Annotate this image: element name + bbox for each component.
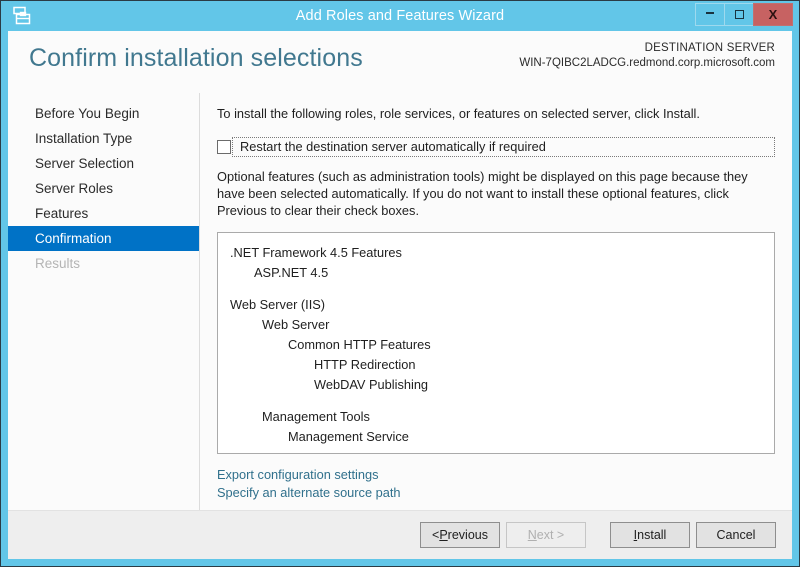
intro-text: To install the following roles, role ser… <box>217 106 700 121</box>
title-bar[interactable]: Add Roles and Features Wizard X <box>1 1 799 31</box>
feature-item: Management Tools <box>262 409 370 424</box>
sidebar-item-server-roles[interactable]: Server Roles <box>8 176 199 201</box>
restart-checkbox[interactable] <box>217 139 231 154</box>
wizard-steps-sidebar: Before You Begin Installation Type Server … <box>8 93 200 510</box>
sidebar-item-before-you-begin[interactable]: Before You Begin <box>8 101 199 126</box>
destination-server-block: DESTINATION SERVER WIN-7QIBC2LADCG.redmo… <box>519 41 775 71</box>
restart-checkbox-label: Restart the destination server automatic… <box>240 139 546 154</box>
window-controls: X <box>695 3 793 26</box>
feature-item: Web Server <box>262 317 330 332</box>
button-bar: < Previous Next > Install Cancel <box>8 510 792 559</box>
feature-item: Common HTTP Features <box>288 337 431 352</box>
server-wizard-icon <box>12 6 32 26</box>
next-button: Next > <box>506 522 586 548</box>
link-specify-an-alternate-source-path[interactable]: Specify an alternate source path <box>217 484 401 502</box>
close-button[interactable]: X <box>753 3 793 26</box>
minimize-button[interactable] <box>695 3 725 26</box>
optional-features-text: Optional features (such as administratio… <box>217 169 748 218</box>
cancel-button[interactable]: Cancel <box>696 522 776 548</box>
restart-focus-rect: Restart the destination server automatic… <box>232 136 775 157</box>
feature-item: .NET Framework 4.5 Features <box>230 245 402 260</box>
wizard-window: Add Roles and Features Wizard X Confirm … <box>0 0 800 567</box>
maximize-button[interactable] <box>724 3 754 26</box>
sidebar-item-confirmation[interactable]: Confirmation <box>8 226 199 251</box>
feature-item: WebDAV Publishing <box>314 377 429 392</box>
sidebar-item-results: Results <box>35 256 81 271</box>
restart-checkbox-row[interactable]: Restart the destination server automatic… <box>217 136 775 157</box>
previous-button[interactable]: < Previous <box>420 522 500 548</box>
feature-item: ASP.NET 4.5 <box>254 265 329 280</box>
feature-item: Web Server (IIS) <box>230 297 326 312</box>
sidebar-item-server-selection[interactable]: Server Selection <box>8 151 199 176</box>
client-area: Confirm installation selections DESTINAT… <box>8 31 792 559</box>
sidebar-item-installation-type[interactable]: Installation Type <box>8 126 199 151</box>
main-panel: To install the following roles, role ser… <box>200 93 792 510</box>
maximize-icon <box>734 10 744 19</box>
wizard-links: Export configuration settings Specify an … <box>217 466 775 502</box>
destination-server-label: DESTINATION SERVER <box>644 42 775 54</box>
install-button[interactable]: Install <box>610 522 690 548</box>
page-title: Confirm installation selections <box>29 44 363 72</box>
page-header: Confirm installation selections DESTINAT… <box>8 31 792 93</box>
window-title: Add Roles and Features Wizard <box>295 8 505 24</box>
link-export-configuration-settings[interactable]: Export configuration settings <box>217 466 378 484</box>
selected-features-list[interactable]: .NET Framework 4.5 Features ASP.NET 4.5 We… <box>217 232 775 454</box>
feature-item: HTTP Redirection <box>314 357 416 372</box>
wizard-body: Before You Begin Installation Type Server … <box>8 93 792 510</box>
sidebar-item-features[interactable]: Features <box>8 201 199 226</box>
destination-server-name: WIN-7QIBC2LADCG.redmond.corp.microsoft.c… <box>519 57 775 69</box>
feature-item: Management Service <box>288 429 409 444</box>
